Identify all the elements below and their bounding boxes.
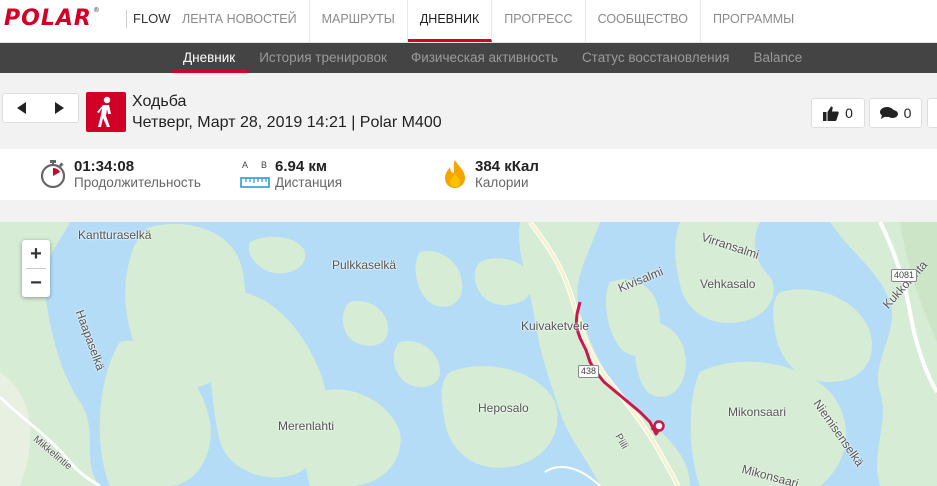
nav-item-routes[interactable]: МАРШРУТЫ: [310, 0, 408, 42]
sport-name: Ходьба: [132, 93, 187, 110]
polar-logo[interactable]: POLAR®: [4, 6, 101, 31]
route-start-marker[interactable]: [653, 420, 665, 432]
stopwatch-icon: [40, 160, 66, 188]
previous-session-button[interactable]: [3, 94, 41, 122]
zoom-in-button[interactable]: +: [22, 240, 50, 268]
like-button[interactable]: 0: [811, 98, 865, 128]
duration-label: Продолжительность: [74, 175, 201, 190]
top-navigation: POLAR® FLOW ЛЕНТА НОВОСТЕЙ МАРШРУТЫ ДНЕВ…: [0, 0, 937, 43]
map-label-mikonsaari: Mikonsaari: [728, 405, 787, 419]
next-session-button[interactable]: [41, 94, 79, 122]
distance-icon-end: B: [261, 160, 268, 170]
distance-value: 6.94 км: [275, 158, 327, 175]
road-number-4081: 4081: [891, 269, 918, 282]
map-label-vehkasalo: Vehkasalo: [700, 277, 756, 291]
subnav-item-training-history[interactable]: История тренировок: [247, 43, 399, 73]
map-label-pulkkaselka: Pulkkaselkä: [332, 258, 397, 272]
calories-stat: 384 кКал Калории: [444, 149, 604, 200]
route-map[interactable]: + − Kantturaselkä Pulkkaselkä Haapaselkä…: [0, 222, 937, 486]
flow-label: FLOW: [133, 11, 171, 26]
session-datetime-device: Четверг, Март 28, 2019 14:21 | Polar M40…: [132, 114, 442, 131]
duration-value: 01:34:08: [74, 158, 135, 175]
map-label-kuivaketvele: Kuivaketvele: [521, 319, 590, 333]
main-nav: ЛЕНТА НОВОСТЕЙ МАРШРУТЫ ДНЕВНИК ПРОГРЕСС…: [170, 0, 806, 42]
comment-button[interactable]: 0: [869, 98, 922, 128]
calories-value: 384 кКал: [475, 158, 539, 175]
logo-divider: [126, 10, 127, 28]
ruler-icon: [240, 177, 270, 188]
subnav-item-diary[interactable]: Дневник: [171, 43, 248, 73]
nav-item-diary[interactable]: ДНЕВНИК: [407, 0, 493, 42]
session-summary: 01:34:08 Продолжительность A B 6.94 км Д…: [0, 149, 937, 200]
nav-item-programs[interactable]: ПРОГРАММЫ: [701, 0, 806, 42]
session-pager: [2, 93, 79, 123]
route-line: [574, 301, 665, 436]
nav-item-newsfeed[interactable]: ЛЕНТА НОВОСТЕЙ: [170, 0, 310, 42]
subnav-item-activity[interactable]: Физическая активность: [399, 43, 570, 73]
comments-icon: [879, 107, 898, 119]
duration-stat: 01:34:08 Продолжительность: [40, 149, 230, 200]
subnav-item-recovery-status[interactable]: Статус восстановления: [570, 43, 742, 73]
nav-item-progress[interactable]: ПРОГРЕСС: [492, 0, 586, 42]
comment-count: 0: [903, 105, 912, 121]
walking-sport-icon: [86, 92, 126, 132]
nav-item-community[interactable]: СООБЩЕСТВО: [586, 0, 701, 42]
distance-label: Дистанция: [275, 175, 343, 190]
arrow-left-icon: [16, 102, 26, 114]
map-label-merenlahti: Merenlahti: [278, 419, 335, 433]
map-label-kantturaselka: Kantturaselkä: [78, 228, 152, 242]
distance-icon-start: A: [242, 160, 249, 170]
zoom-out-button[interactable]: −: [22, 269, 50, 297]
map-label-heposalo: Heposalo: [478, 401, 529, 415]
flame-icon: [445, 160, 465, 188]
thumbs-up-icon: [823, 106, 839, 121]
like-count: 0: [845, 105, 853, 121]
more-options-button[interactable]: [927, 98, 937, 128]
road-number-438: 438: [578, 365, 600, 378]
zoom-control: + −: [22, 240, 50, 297]
calories-label: Калории: [475, 175, 529, 190]
distance-stat: A B 6.94 км Дистанция: [240, 149, 420, 200]
walking-person-icon: [97, 96, 111, 127]
arrow-right-icon: [55, 102, 65, 114]
sub-navigation: Дневник История тренировок Физическая ак…: [0, 43, 937, 73]
subnav-item-balance[interactable]: Balance: [741, 43, 814, 73]
